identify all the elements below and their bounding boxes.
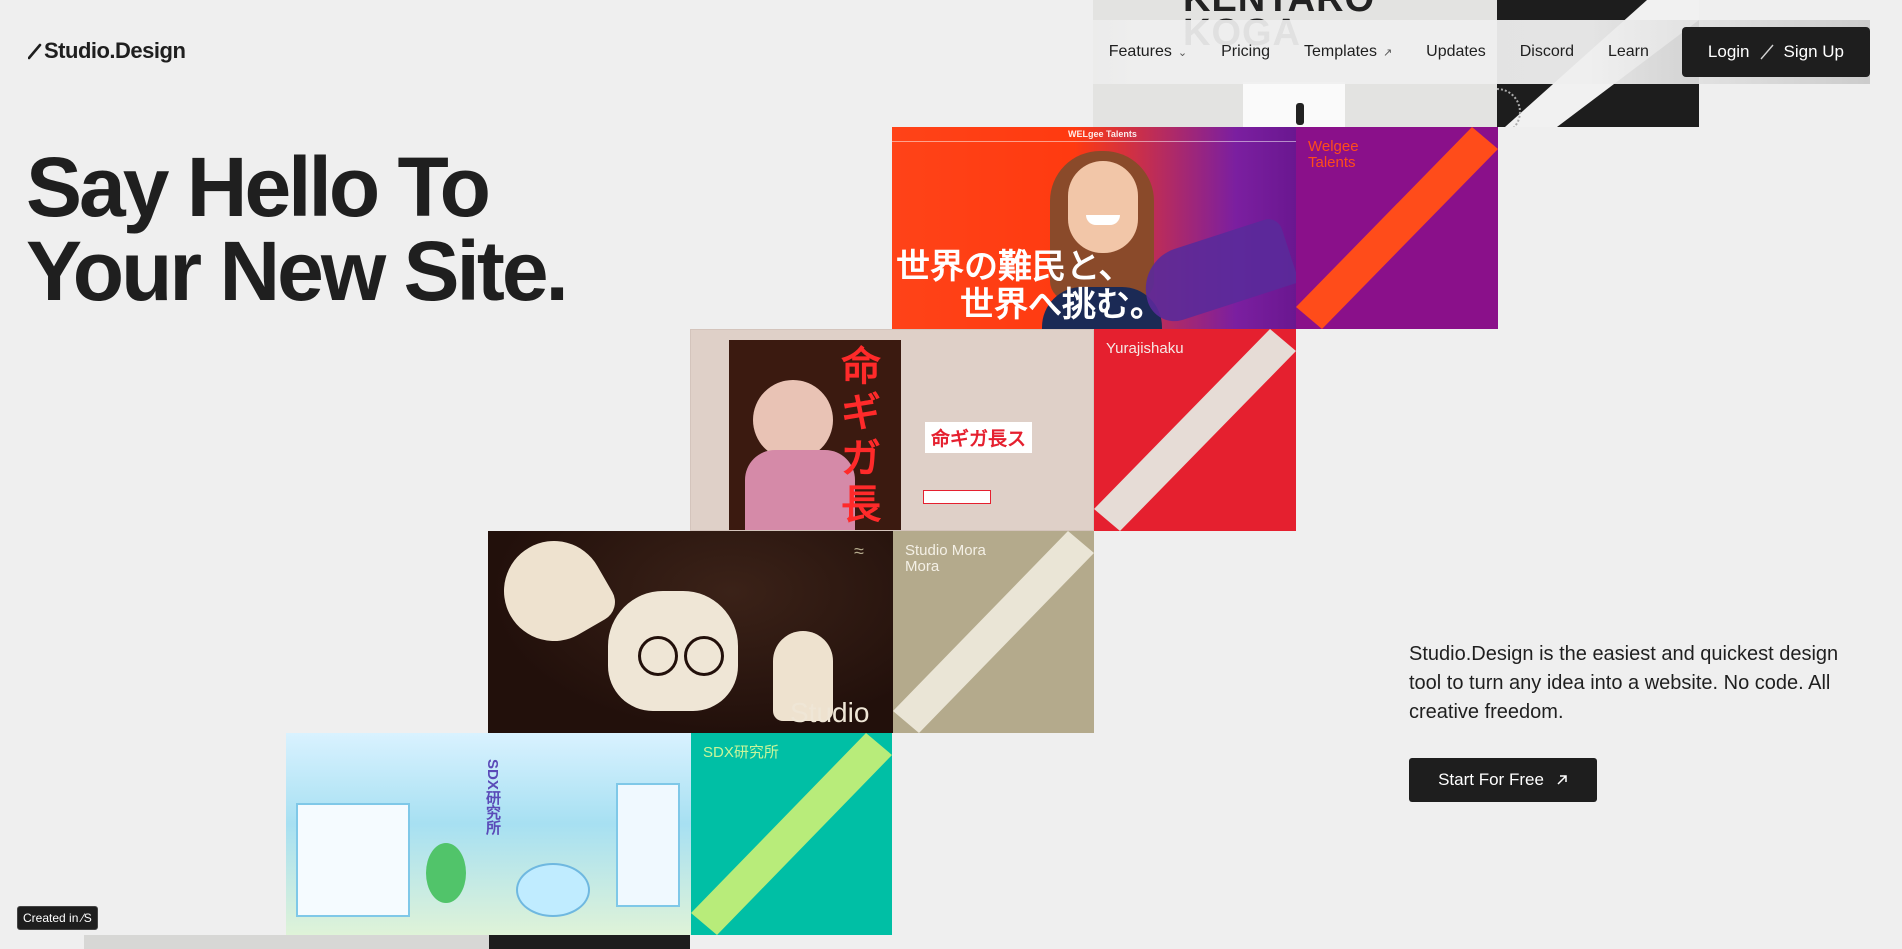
login-signup-button[interactable]: Login Sign Up <box>1681 27 1870 77</box>
diagonal-stripe <box>691 733 892 935</box>
nav-updates[interactable]: Updates <box>1409 20 1503 84</box>
showcase-tile-next-thumb[interactable] <box>84 935 489 949</box>
yura-title: 命ギガ長ス <box>925 422 1033 453</box>
mora-glasses-l <box>638 636 678 676</box>
nav-features-label: Features <box>1108 43 1172 60</box>
nav-discord-label: Discord <box>1519 43 1574 60</box>
nav-pricing-label: Pricing <box>1221 43 1271 60</box>
nav-templates[interactable]: Templates ↗ <box>1287 20 1409 84</box>
top-nav: Features ⌄ Pricing Templates ↗ Updates D… <box>931 20 1870 84</box>
showcase-card-next[interactable] <box>489 935 690 949</box>
nav-features[interactable]: Features ⌄ <box>1092 20 1204 84</box>
diagonal-stripe <box>1094 329 1296 531</box>
welgee-headline-1: 世界の難民と、 <box>896 247 1133 287</box>
yura-ticket-button <box>923 490 991 504</box>
nav-pricing[interactable]: Pricing <box>1204 20 1287 84</box>
mora-wordmark: Studio <box>790 697 870 728</box>
external-link-icon: ↗ <box>1382 46 1393 59</box>
card-label: Studio Mora Mora <box>905 542 986 575</box>
chevron-down-icon: ⌄ <box>1177 46 1188 59</box>
signup-label: Sign Up <box>1783 42 1844 61</box>
showcase-tile-mora-thumb[interactable]: Studio ≈ <box>488 531 893 733</box>
nav-discord[interactable]: Discord <box>1503 20 1591 84</box>
hero-heading: Say Hello To Your New Site. <box>26 140 569 318</box>
login-label: Login <box>1707 42 1750 61</box>
sdx-building-2 <box>616 783 680 907</box>
hero-description: Studio.Design is the easiest and quickes… <box>1409 643 1839 723</box>
yura-photo: 命ギガ長 <box>729 340 901 530</box>
kentaro-figure <box>1296 103 1304 125</box>
mora-glasses-r <box>684 636 724 676</box>
welgee-headline-2: 世界へ挑む。 <box>960 285 1164 325</box>
brand-logo[interactable]: Studio.Design <box>28 38 186 64</box>
start-for-free-button[interactable]: Start For Free <box>1409 758 1597 802</box>
sdx-building <box>296 803 410 917</box>
sdx-vertical-text: SDX研究所 <box>484 759 501 835</box>
card-label: Welgee Talents <box>1308 138 1359 171</box>
hero-line-2: Your New Site. <box>26 224 569 318</box>
nav-updates-label: Updates <box>1426 43 1486 60</box>
created-in-studio-badge[interactable]: Created in ⁄S <box>17 906 98 930</box>
nav-learn-label: Learn <box>1607 43 1649 60</box>
cta-label: Start For Free <box>1438 770 1544 789</box>
showcase-tile-welgee-thumb[interactable]: WELgee Talents 世界の難民と、 世界へ挑む。 <box>892 127 1296 329</box>
mora-wave-icon: ≈ <box>854 541 864 561</box>
nav-learn[interactable]: Learn <box>1591 20 1666 84</box>
showcase-card-mora[interactable]: Studio Mora Mora <box>893 531 1094 733</box>
sdx-tree <box>426 843 466 903</box>
slash-divider-icon <box>1759 44 1774 60</box>
showcase-card-welgee[interactable]: Welgee Talents <box>1296 127 1498 329</box>
showcase-card-yurajishaku[interactable]: Yurajishaku <box>1094 329 1296 531</box>
studio-slash-icon <box>28 43 42 60</box>
showcase-card-sdx[interactable]: SDX研究所 <box>691 733 892 935</box>
showcase-tile-sdx-thumb[interactable]: SDX研究所 <box>286 733 691 935</box>
nav-templates-label: Templates <box>1304 43 1377 60</box>
showcase-tile-yura-thumb[interactable]: 命ギガ長 命ギガ長ス <box>690 329 1094 531</box>
card-label: SDX研究所 <box>703 744 779 761</box>
kentaro-gallery-block <box>1243 82 1345 127</box>
welgee-brand-mark: WELgee Talents <box>1068 129 1137 139</box>
sdx-fountain <box>516 863 590 917</box>
brand-name: Studio.Design <box>44 38 186 63</box>
arrow-up-right-icon <box>1557 775 1567 785</box>
hero-line-1: Say Hello To <box>26 140 491 234</box>
card-label: Yurajishaku <box>1106 340 1184 357</box>
